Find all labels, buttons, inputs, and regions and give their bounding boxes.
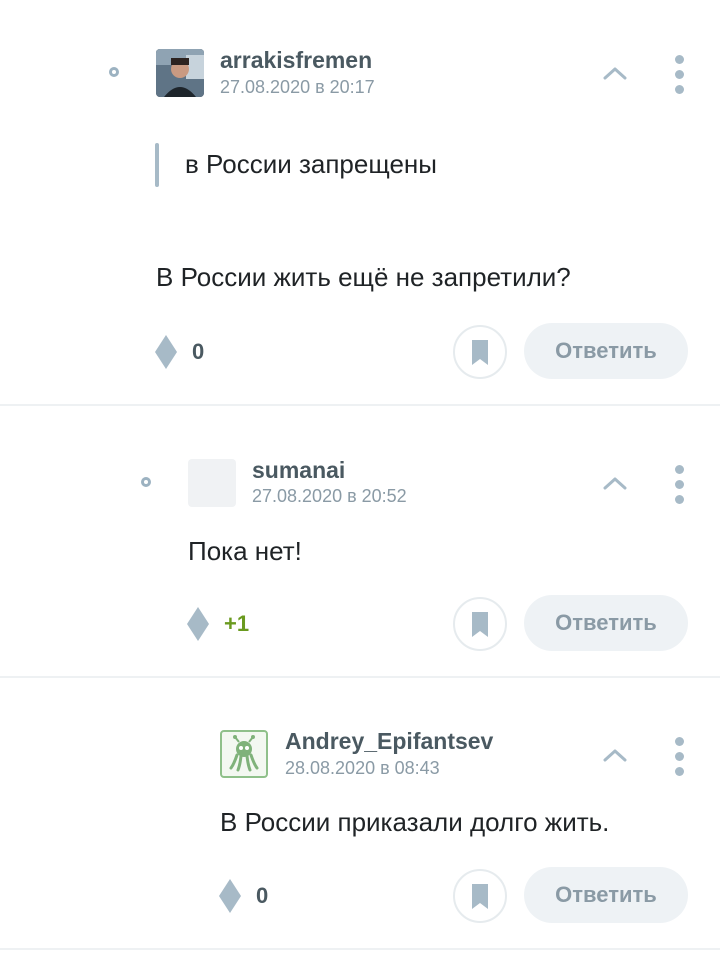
diamond-score-icon[interactable] xyxy=(186,606,210,642)
avatar[interactable] xyxy=(220,730,268,778)
comment-date[interactable]: 27.08.2020 в 20:52 xyxy=(252,486,407,507)
bookmark-icon xyxy=(472,884,488,909)
bookmark-button[interactable] xyxy=(453,325,507,379)
comment-text: Пока нет! xyxy=(188,536,302,566)
bookmark-icon xyxy=(472,340,488,365)
comment: sumanai 27.08.2020 в 20:52 Пока нет! +1 … xyxy=(0,406,720,676)
more-options-icon[interactable] xyxy=(673,55,685,95)
quote-text: в России запрещены xyxy=(185,149,437,179)
diamond-score-icon[interactable] xyxy=(218,878,242,914)
avatar[interactable] xyxy=(188,459,236,507)
username[interactable]: Andrey_Epifantsev xyxy=(285,728,493,755)
more-options-icon[interactable] xyxy=(673,737,685,777)
quote-bar xyxy=(155,143,159,187)
comment: Andrey_Epifantsev 28.08.2020 в 08:43 В Р… xyxy=(0,678,720,948)
comment: arrakisfremen 27.08.2020 в 20:17 в Росси… xyxy=(0,0,720,405)
reply-button[interactable]: Ответить xyxy=(524,595,688,651)
chevron-up-icon[interactable] xyxy=(600,63,630,83)
reply-button[interactable]: Ответить xyxy=(524,867,688,923)
score-value: +1 xyxy=(224,611,250,636)
comment-divider xyxy=(0,948,720,950)
bookmark-button[interactable] xyxy=(453,597,507,651)
diamond-score-icon[interactable] xyxy=(154,334,178,370)
score-value: 0 xyxy=(256,883,269,908)
username[interactable]: sumanai xyxy=(252,457,345,484)
username[interactable]: arrakisfremen xyxy=(220,47,372,74)
bookmark-button[interactable] xyxy=(453,869,507,923)
comment-text: В России жить ещё не запретили? xyxy=(156,262,571,292)
bookmark-icon xyxy=(472,612,488,637)
more-options-icon[interactable] xyxy=(673,465,685,505)
comment-date[interactable]: 27.08.2020 в 20:17 xyxy=(220,77,375,98)
thread-indicator[interactable] xyxy=(141,477,151,487)
comment-date[interactable]: 28.08.2020 в 08:43 xyxy=(285,758,440,779)
reply-button[interactable]: Ответить xyxy=(524,323,688,379)
thread-indicator[interactable] xyxy=(109,67,119,77)
chevron-up-icon[interactable] xyxy=(600,745,630,765)
comment-text: В России приказали долго жить. xyxy=(220,807,610,837)
chevron-up-icon[interactable] xyxy=(600,473,630,493)
avatar[interactable] xyxy=(156,49,204,97)
score-value: 0 xyxy=(192,339,205,364)
